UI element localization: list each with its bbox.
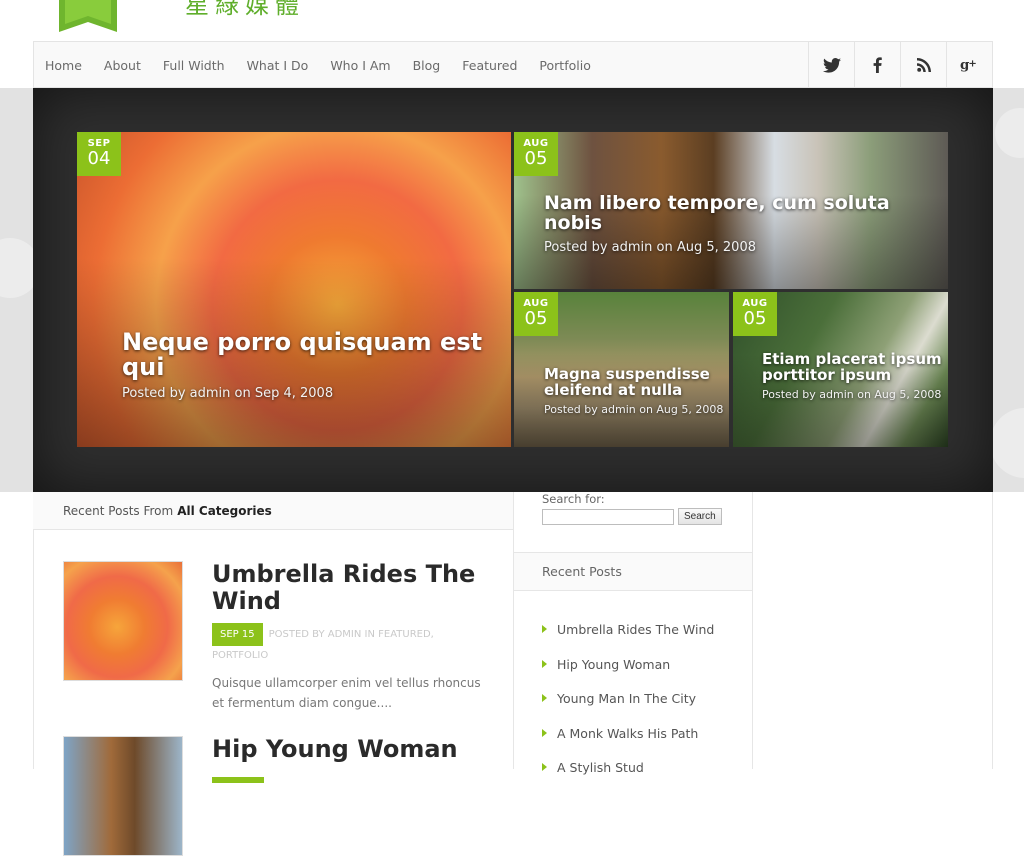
featured-meta: Posted by admin on Aug 5, 2008 (762, 387, 942, 401)
post-excerpt: Quisque ullamcorper enim vel tellus rhon… (212, 676, 481, 710)
date-badge: SEP 04 (77, 132, 121, 176)
search-label: Search for: (542, 492, 605, 506)
featured-caption: Nam libero tempore, cum soluta nobis Pos… (544, 193, 924, 255)
twitter-icon (822, 57, 841, 73)
nav-item-who-i-am[interactable]: Who I Am (319, 58, 401, 73)
nav-item-full-width[interactable]: Full Width (152, 58, 236, 73)
facebook-icon (873, 57, 882, 73)
featured-title[interactable]: Etiam placerat ipsum porttitor ipsum (762, 351, 942, 384)
recent-posts-widget-title: Recent Posts (514, 552, 752, 591)
recent-post-link[interactable]: Hip Young Woman (542, 657, 714, 692)
site-logo[interactable]: 星綠媒體 (185, 0, 305, 18)
date-badge: AUG 05 (514, 132, 558, 176)
post-meta: SEP 15 POSTED BY ADMIN IN FEATURED, PORTF… (212, 623, 492, 665)
featured-title[interactable]: Neque porro quisquam est qui (122, 329, 492, 380)
featured-caption: Magna suspendisse eleifend at nulla Post… (544, 366, 724, 416)
search-input[interactable] (542, 509, 674, 525)
nav-item-blog[interactable]: Blog (402, 58, 452, 73)
featured-caption: Neque porro quisquam est qui Posted by a… (122, 329, 492, 402)
recent-post-link[interactable]: A Stylish Stud (542, 760, 714, 795)
social-links: g + (808, 42, 992, 88)
nav-item-portfolio[interactable]: Portfolio (528, 58, 601, 73)
post-thumbnail[interactable] (63, 561, 183, 681)
nav-item-what-i-do[interactable]: What I Do (236, 58, 320, 73)
google-plus-icon: g + (960, 57, 977, 73)
date-badge: AUG 05 (514, 292, 558, 336)
featured-meta: Posted by admin on Aug 5, 2008 (544, 239, 756, 255)
post-thumbnail[interactable] (63, 736, 183, 856)
featured-title[interactable]: Nam libero tempore, cum soluta nobis (544, 193, 924, 234)
nav-item-home[interactable]: Home (34, 58, 93, 73)
featured-caption: Etiam placerat ipsum porttitor ipsum Pos… (762, 351, 942, 401)
category-filter[interactable]: All Categories (177, 504, 272, 518)
recent-posts-heading: Recent Posts From All Categories (33, 492, 513, 530)
bullet-arrow-icon (542, 694, 547, 702)
recent-post-link[interactable]: Umbrella Rides The Wind (542, 622, 714, 657)
logo-ribbon-icon (59, 0, 117, 32)
nav-menu: Home About Full Width What I Do Who I Am… (34, 42, 602, 88)
featured-meta: Posted by admin on Aug 5, 2008 (544, 402, 724, 416)
facebook-button[interactable] (854, 42, 900, 88)
rss-button[interactable] (900, 42, 946, 88)
featured-meta: Posted by admin on Sep 4, 2008 (122, 386, 334, 402)
recent-post-link[interactable]: Young Man In The City (542, 691, 714, 726)
bullet-arrow-icon (542, 625, 547, 633)
svg-text:+: + (968, 59, 976, 70)
search-button[interactable]: Search (678, 508, 722, 525)
twitter-button[interactable] (808, 42, 854, 88)
nav-item-featured[interactable]: Featured (451, 58, 528, 73)
featured-post-3[interactable]: AUG 05 Magna suspendisse eleifend at null… (514, 292, 729, 447)
post-title[interactable]: Umbrella Rides The Wind (212, 561, 492, 615)
sidebar: Search for: Search Recent Posts Umbrella… (513, 492, 753, 775)
bullet-arrow-icon (542, 659, 547, 668)
post-meta (212, 771, 492, 790)
post-title[interactable]: Hip Young Woman (212, 736, 492, 763)
featured-title[interactable]: Magna suspendisse eleifend at nulla (544, 366, 724, 399)
bullet-arrow-icon (542, 763, 547, 771)
recent-post-link[interactable]: A Monk Walks His Path (542, 726, 714, 761)
recent-posts-column: Recent Posts From All Categories Umbrella… (33, 492, 513, 856)
nav-item-about[interactable]: About (93, 58, 152, 73)
main-navigation: Home About Full Width What I Do Who I Am… (33, 41, 993, 88)
date-badge: AUG 05 (733, 292, 777, 336)
featured-post-4[interactable]: AUG 05 Etiam placerat ipsum porttitor ips… (733, 292, 948, 447)
post-date-badge (212, 777, 264, 783)
google-plus-button[interactable]: g + (946, 42, 992, 88)
bullet-arrow-icon (542, 728, 547, 737)
featured-post-2[interactable]: AUG 05 Nam libero tempore, cum soluta nob… (514, 132, 948, 289)
featured-post-1[interactable]: SEP 04 Neque porro quisquam est qui Poste… (77, 132, 511, 447)
post-date-badge: SEP 15 (212, 623, 263, 646)
rss-icon (916, 58, 931, 72)
